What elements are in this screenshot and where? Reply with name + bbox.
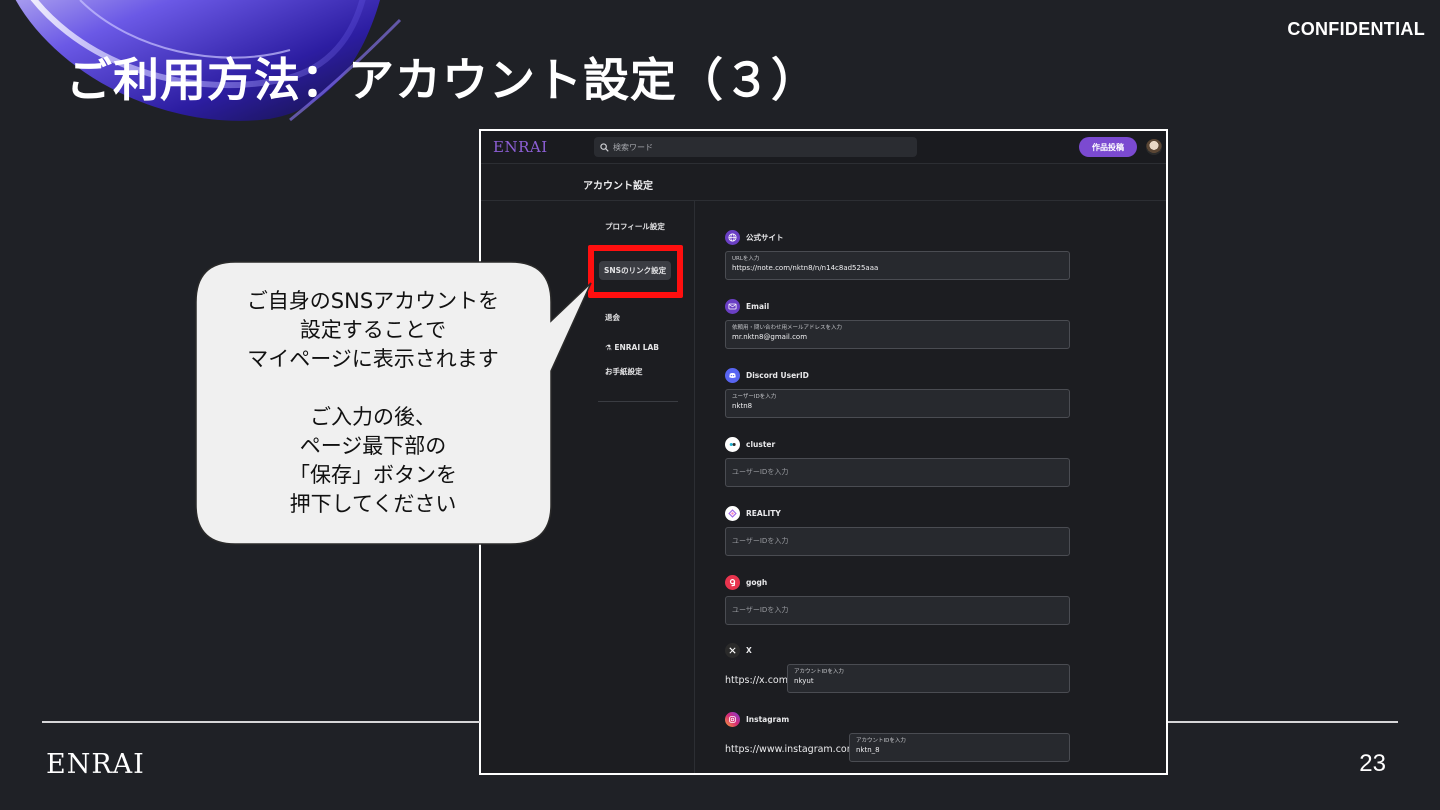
reality-icon bbox=[725, 505, 740, 521]
official-site-url-input[interactable]: URLを入力 https://note.com/nktn8/n/n14c8ad5… bbox=[725, 251, 1070, 280]
field-caption: アカウントIDを入力 bbox=[856, 738, 906, 744]
discord-icon bbox=[725, 367, 740, 383]
bubble-text: ご自身のSNSアカウントを 設定することで マイページに表示されます ご入力の後… bbox=[195, 287, 551, 519]
field-value: https://note.com/nktn8/n/n14c8ad525aaa bbox=[732, 264, 879, 272]
url-prefix: https://www.instagram.com/ bbox=[725, 744, 860, 755]
bubble-line: 設定することで bbox=[299, 318, 447, 342]
footer-divider-left bbox=[42, 721, 480, 723]
url-prefix: https://x.com/ bbox=[725, 675, 792, 686]
field-placeholder: ユーザーIDを入力 bbox=[732, 606, 789, 614]
sns-label: REALITY bbox=[746, 508, 781, 518]
app-topbar: ENRAI 検索ワード 作品投稿 bbox=[481, 131, 1166, 164]
bubble-line: 押下してください bbox=[289, 492, 457, 516]
sidebar-item-label: ENRAI LAB bbox=[614, 343, 660, 352]
instagram-icon bbox=[725, 711, 740, 727]
sidebar-item-withdraw[interactable]: 退会 bbox=[605, 312, 620, 323]
footer-logo: ENRAI bbox=[46, 749, 145, 780]
x-icon bbox=[725, 642, 740, 658]
sns-label: cluster bbox=[746, 439, 776, 449]
avatar[interactable] bbox=[1146, 139, 1162, 155]
sns-email: Email 依頼用・問い合わせ用メールアドレスを入力 mr.nktn8@gmai… bbox=[725, 298, 1105, 349]
slide-title: ご利用方法：アカウント設定（３） bbox=[66, 53, 818, 107]
field-caption: 依頼用・問い合わせ用メールアドレスを入力 bbox=[732, 325, 843, 331]
sidebar-item-letter[interactable]: お手紙設定 bbox=[605, 366, 643, 377]
field-placeholder: ユーザーIDを入力 bbox=[732, 537, 789, 545]
sidebar-divider bbox=[598, 401, 678, 402]
sns-discord: Discord UserID ユーザーIDを入力 nktn8 bbox=[725, 367, 1105, 418]
sns-label: Instagram bbox=[746, 714, 790, 724]
field-value: nktn_8 bbox=[856, 746, 880, 754]
field-placeholder: ユーザーIDを入力 bbox=[732, 468, 789, 476]
sns-official-site: 公式サイト URLを入力 https://note.com/nktn8/n/n1… bbox=[725, 229, 1105, 280]
bubble-line: ご自身のSNSアカウントを bbox=[246, 289, 500, 313]
field-value: mr.nktn8@gmail.com bbox=[732, 333, 808, 341]
cluster-userid-input[interactable]: ユーザーIDを入力 bbox=[725, 458, 1070, 487]
sidebar-item-profile[interactable]: プロフィール設定 bbox=[605, 221, 665, 232]
sns-gogh: gogh ユーザーIDを入力 bbox=[725, 574, 1105, 625]
gogh-icon bbox=[725, 574, 740, 590]
search-input[interactable]: 検索ワード bbox=[594, 137, 917, 157]
sns-instagram: Instagram https://www.instagram.com/ アカウ… bbox=[725, 711, 1105, 762]
x-account-input[interactable]: アカウントIDを入力 nkyut bbox=[787, 664, 1070, 693]
bubble-line: ご入力の後、 bbox=[310, 405, 436, 429]
flask-icon: ⚗ bbox=[605, 343, 615, 352]
bubble-line: マイページに表示されます bbox=[247, 347, 499, 371]
discord-userid-input[interactable]: ユーザーIDを入力 nktn8 bbox=[725, 389, 1070, 418]
search-placeholder: 検索ワード bbox=[613, 142, 653, 152]
bubble-line bbox=[195, 374, 551, 403]
field-value: nktn8 bbox=[732, 402, 753, 410]
highlight-box bbox=[588, 245, 683, 298]
sns-cluster: cluster ユーザーIDを入力 bbox=[725, 436, 1105, 487]
sns-label: Discord UserID bbox=[746, 370, 809, 380]
email-field[interactable]: 依頼用・問い合わせ用メールアドレスを入力 mr.nktn8@gmail.com bbox=[725, 320, 1070, 349]
reality-userid-input[interactable]: ユーザーIDを入力 bbox=[725, 527, 1070, 556]
gogh-userid-input[interactable]: ユーザーIDを入力 bbox=[725, 596, 1070, 625]
slide: CONFIDENTIAL ご利用方法：アカウント設定（３） ENRAI 検索ワー… bbox=[0, 0, 1440, 810]
field-value: nkyut bbox=[794, 677, 814, 685]
globe-icon bbox=[725, 229, 740, 245]
post-artwork-button[interactable]: 作品投稿 bbox=[1079, 137, 1137, 157]
sns-x: X https://x.com/ アカウントIDを入力 nkyut bbox=[725, 642, 1105, 693]
field-caption: ユーザーIDを入力 bbox=[732, 394, 777, 400]
page-title: アカウント設定 bbox=[583, 181, 653, 192]
sns-label: gogh bbox=[746, 577, 768, 587]
sidebar-item-enrai-lab[interactable]: ⚗ ENRAI LAB bbox=[605, 343, 659, 352]
cluster-icon bbox=[725, 436, 740, 452]
footer-divider-right bbox=[1168, 721, 1398, 723]
confidential-label: CONFIDENTIAL bbox=[1287, 19, 1425, 39]
bubble-line: 「保存」ボタンを bbox=[289, 463, 457, 487]
sns-reality: REALITY ユーザーIDを入力 bbox=[725, 505, 1105, 556]
sns-label: Email bbox=[746, 301, 770, 311]
speech-bubble: ご自身のSNSアカウントを 設定することで マイページに表示されます ご入力の後… bbox=[195, 261, 595, 546]
page-number: 23 bbox=[1359, 750, 1386, 777]
sns-label: X bbox=[746, 645, 752, 655]
page-header: アカウント設定 bbox=[481, 164, 1166, 201]
mail-icon bbox=[725, 298, 740, 314]
app-logo[interactable]: ENRAI bbox=[493, 138, 548, 156]
field-caption: URLを入力 bbox=[732, 256, 760, 262]
sns-label: 公式サイト bbox=[746, 232, 784, 242]
field-caption: アカウントIDを入力 bbox=[794, 669, 844, 675]
bubble-line: ページ最下部の bbox=[299, 434, 447, 458]
search-icon bbox=[600, 142, 609, 152]
instagram-account-input[interactable]: アカウントIDを入力 nktn_8 bbox=[849, 733, 1070, 762]
